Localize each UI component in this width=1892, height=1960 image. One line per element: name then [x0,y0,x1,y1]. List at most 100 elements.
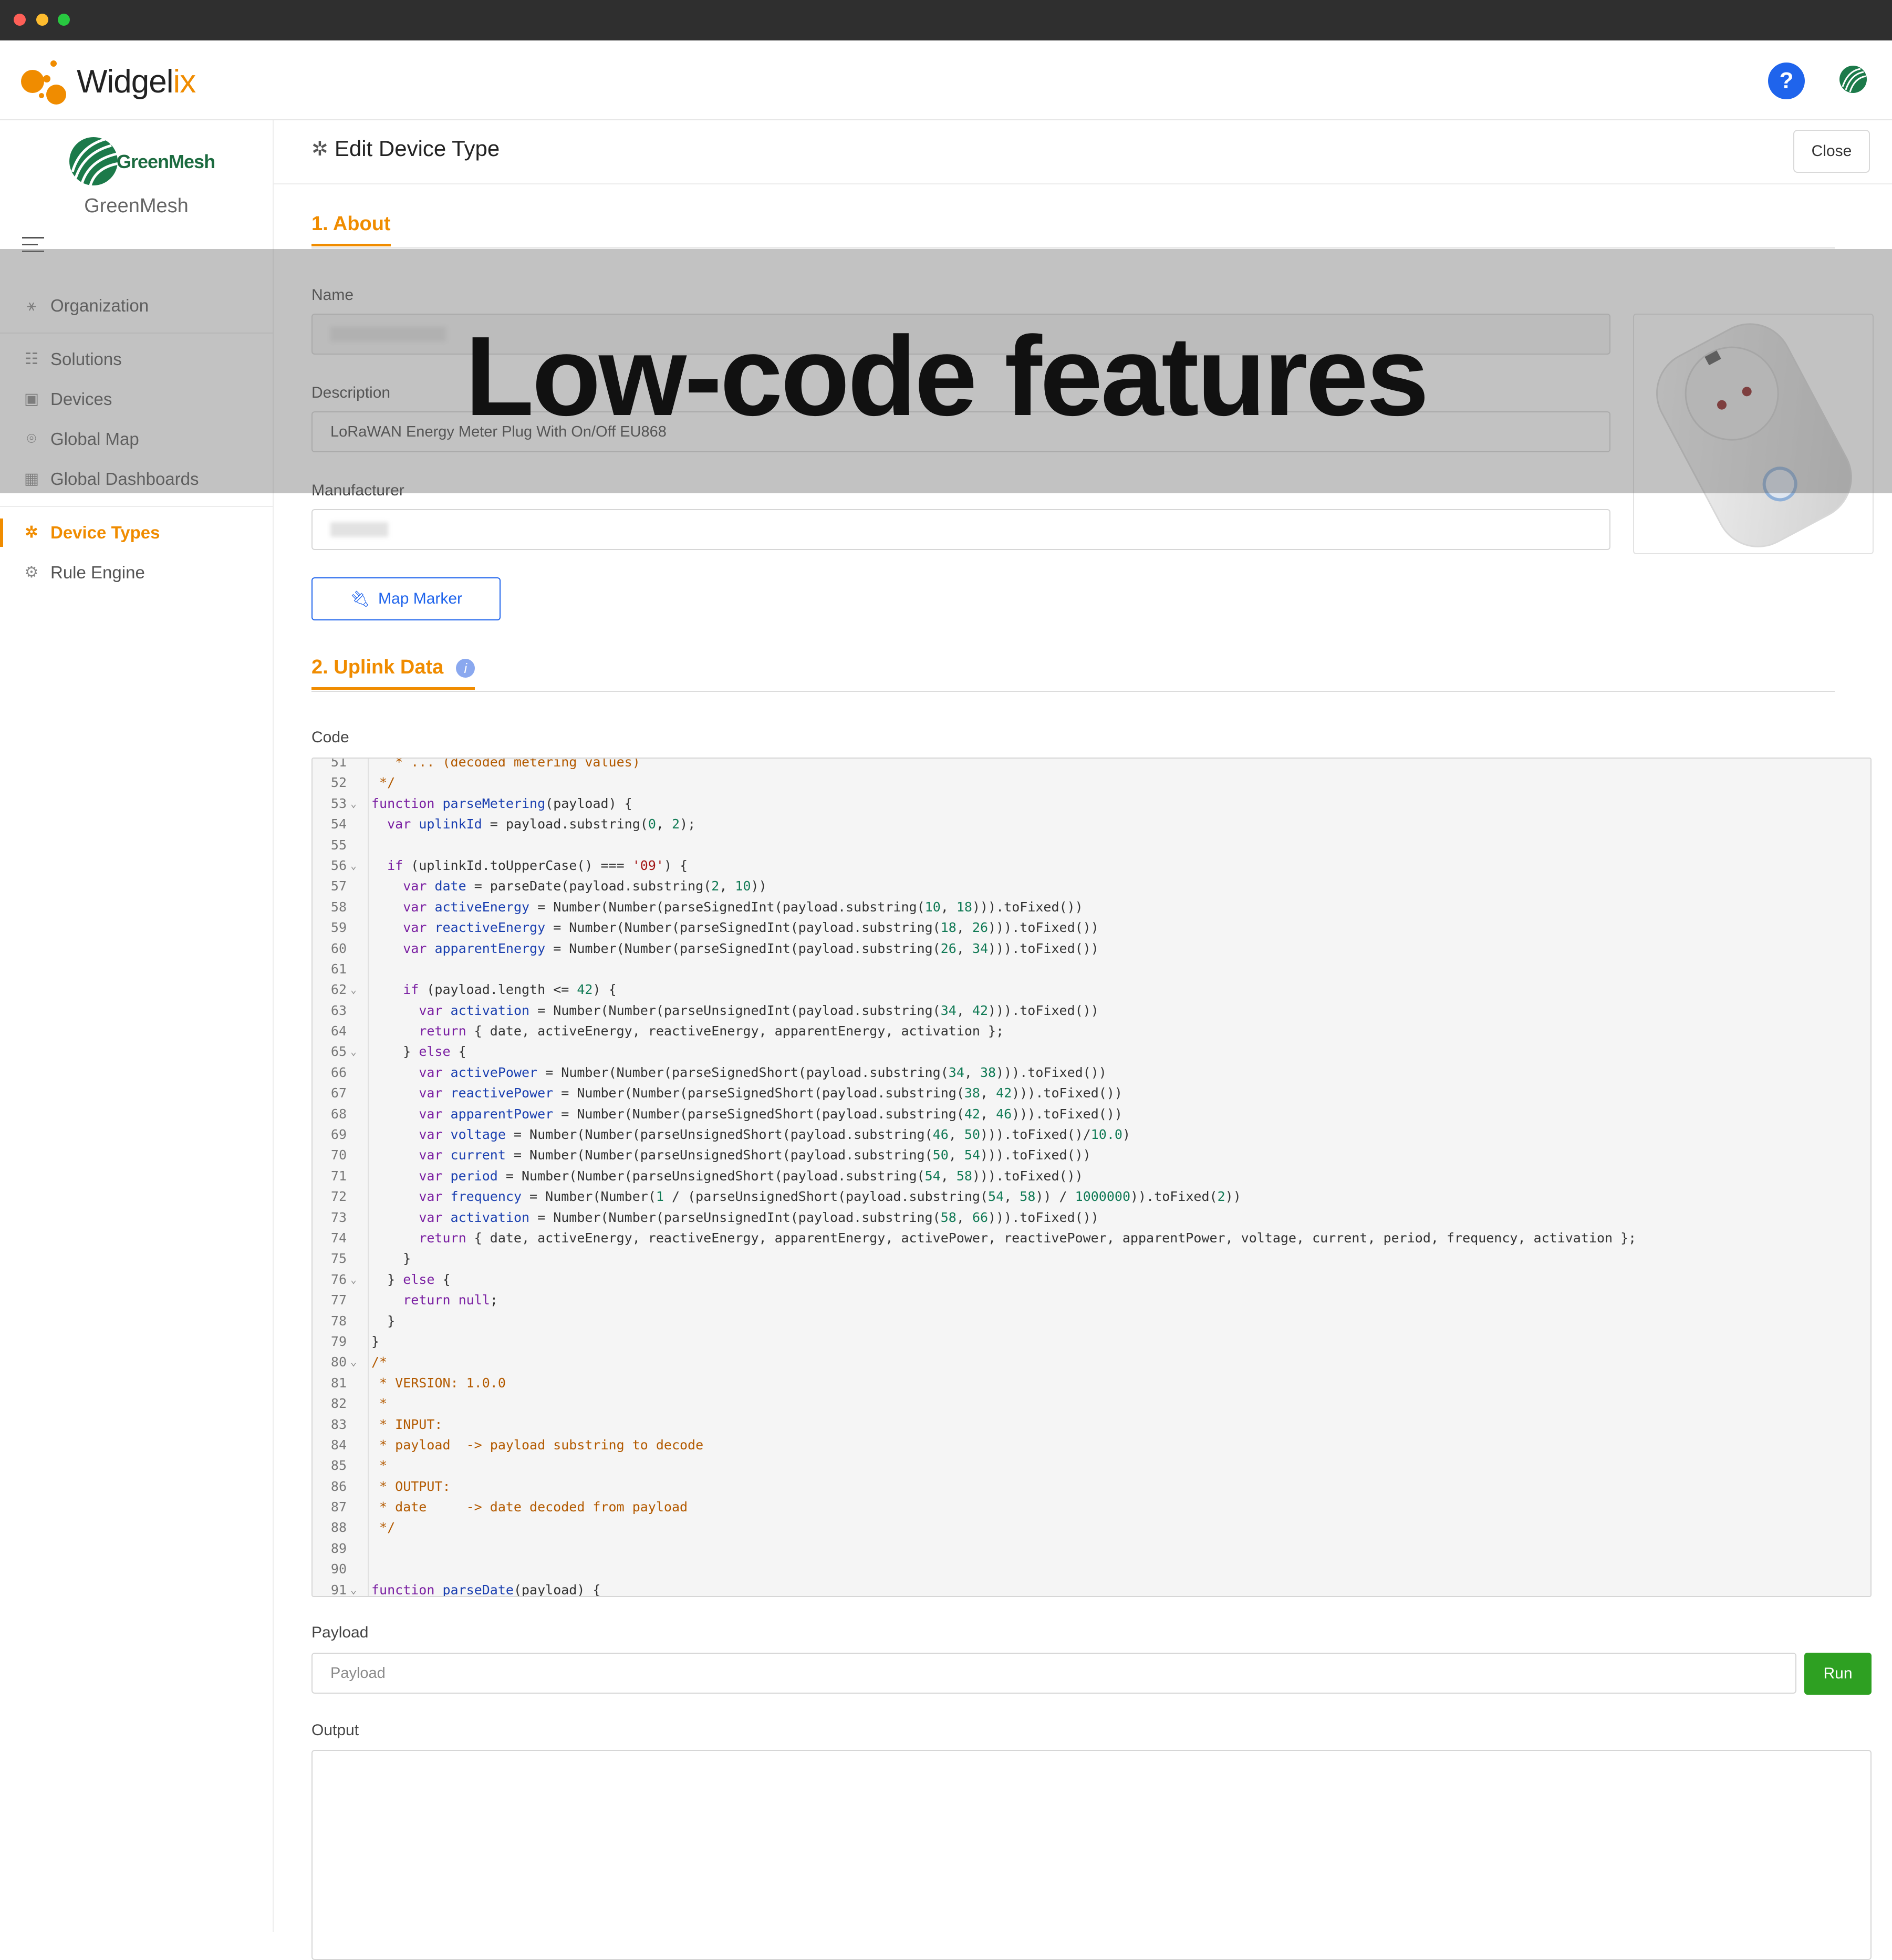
plug-icon: 🔌︎ [349,590,370,608]
code-text: var activation = Number(Number(parseUnsi… [419,1209,1099,1225]
device-types-icon: ✲ [25,524,38,541]
greenmesh-logo-icon [69,137,119,186]
line-number: 58 [330,899,347,915]
code-line: 85 * [313,1455,1870,1476]
widgelix-logo[interactable]: Widgelix [20,55,196,108]
line-number: 65 [330,1044,347,1060]
window-maximize-dot[interactable] [58,14,70,26]
sidebar-item-device-types[interactable]: ✲ Device Types [0,514,273,551]
code-text: var frequency = Number(Number(1 / (parse… [419,1189,1241,1205]
app-header: Widgelix ? [0,40,1892,120]
fold-chevron-icon[interactable]: ⌄ [350,855,357,876]
fold-chevron-icon[interactable]: ⌄ [350,1580,357,1596]
code-text: var apparentPower = Number(Number(parseS… [419,1106,1122,1122]
code-text: var activePower = Number(Number(parseSig… [419,1064,1107,1080]
sidebar-item-label: Rule Engine [50,563,145,582]
code-line: 88 */ [313,1517,1870,1538]
about-section-header: 1. About [311,205,1835,248]
feature-banner-overlay: Low-code features [0,249,1892,493]
code-text: * INPUT: [371,1416,443,1432]
fold-chevron-icon[interactable]: ⌄ [350,1269,357,1290]
map-marker-button[interactable]: 🔌︎ Map Marker [311,577,501,620]
sidebar-item-rule-engine[interactable]: ⚙ Rule Engine [0,554,273,591]
code-line: 83 * INPUT: [313,1414,1870,1435]
code-line: 77 return null; [313,1290,1870,1310]
payload-input[interactable]: Payload [311,1653,1796,1694]
code-text: var voltage = Number(Number(parseUnsigne… [419,1127,1130,1143]
window-close-dot[interactable] [14,14,26,26]
info-icon[interactable]: i [456,658,475,678]
line-number: 80 [330,1354,347,1370]
code-line: 57 var date = parseDate(payload.substrin… [313,876,1870,896]
line-number: 81 [330,1375,347,1391]
widgelix-logo-icon [20,55,72,108]
code-editor[interactable]: 51 * ... (decoded metering values) 52 */5… [311,758,1872,1597]
line-number: 57 [330,878,347,894]
help-button[interactable]: ? [1768,63,1805,99]
code-line: 52 */ [313,772,1870,793]
code-text: } [371,1313,396,1329]
code-line: 82 * [313,1393,1870,1414]
code-text: * payload -> payload substring to decode [371,1437,704,1453]
code-text: } [371,1251,411,1267]
code-text: * OUTPUT: [371,1478,451,1494]
line-number: 66 [330,1064,347,1080]
help-icon: ? [1779,68,1794,94]
code-line: 54 var uplinkId = payload.substring(0, 2… [313,814,1870,834]
line-number: 56 [330,857,347,873]
code-line: 71 var period = Number(Number(parseUnsig… [313,1166,1870,1186]
code-line: 67 var reactivePower = Number(Number(par… [313,1083,1870,1103]
payload-label: Payload [311,1624,369,1641]
fold-chevron-icon[interactable]: ⌄ [350,979,357,1000]
code-line: 87 * date -> date decoded from payload [313,1497,1870,1517]
code-text: /* [371,1354,388,1370]
line-number: 90 [330,1561,347,1577]
code-text: var reactiveEnergy = Number(Number(parse… [403,920,1099,936]
code-line: 91 ⌄ function parseDate(payload) { [313,1580,1870,1597]
line-number: 74 [330,1230,347,1246]
code-line: 75 } [313,1248,1870,1269]
org-avatar-icon[interactable] [1837,64,1869,95]
sidebar-item-label: Device Types [50,523,160,542]
manufacturer-field[interactable] [311,509,1610,550]
code-line: 59 var reactiveEnergy = Number(Number(pa… [313,917,1870,938]
about-section-title[interactable]: 1. About [311,213,391,246]
device-type-icon: ✲ [311,138,328,160]
line-number: 91 [330,1582,347,1597]
sidebar-divider [0,506,273,507]
code-line: 89 [313,1538,1870,1559]
window-minimize-dot[interactable] [36,14,48,26]
line-number: 67 [330,1085,347,1101]
line-number: 82 [330,1396,347,1412]
code-line: 66 var activePower = Number(Number(parse… [313,1062,1870,1083]
code-text: * ... (decoded metering values) [371,758,640,770]
line-number: 69 [330,1127,347,1143]
code-text: var current = Number(Number(parseUnsigne… [419,1147,1091,1163]
code-line: 68 var apparentPower = Number(Number(par… [313,1104,1870,1124]
uplink-section-title[interactable]: 2. Uplink Data i [311,656,475,690]
organization-name: GreenMesh [84,195,189,217]
run-button[interactable]: Run [1804,1653,1872,1695]
uplink-section-header: 2. Uplink Data i [311,649,1835,692]
code-text: var reactivePower = Number(Number(parseS… [419,1085,1122,1101]
line-number: 60 [330,940,347,956]
code-lines: 51 * ... (decoded metering values) 52 */5… [313,758,1870,1597]
code-text: return null; [403,1292,498,1308]
line-number: 88 [330,1520,347,1536]
output-area[interactable] [311,1750,1872,1960]
code-text: var apparentEnergy = Number(Number(parse… [403,940,1099,956]
code-line: 60 var apparentEnergy = Number(Number(pa… [313,938,1870,959]
code-text: } else { [371,1044,466,1060]
line-number: 87 [330,1499,347,1515]
code-line: 69 var voltage = Number(Number(parseUnsi… [313,1124,1870,1145]
line-number: 78 [330,1313,347,1329]
fold-chevron-icon[interactable]: ⌄ [350,793,357,814]
code-text: if (uplinkId.toUpperCase() === '09') { [387,857,688,873]
line-number: 70 [330,1147,347,1163]
code-line: 58 var activeEnergy = Number(Number(pars… [313,897,1870,917]
code-text: return { date, activeEnergy, reactiveEne… [419,1230,1637,1246]
close-button[interactable]: Close [1793,130,1870,173]
code-text: * date -> date decoded from payload [371,1499,688,1515]
fold-chevron-icon[interactable]: ⌄ [350,1352,357,1372]
fold-chevron-icon[interactable]: ⌄ [350,1041,357,1062]
